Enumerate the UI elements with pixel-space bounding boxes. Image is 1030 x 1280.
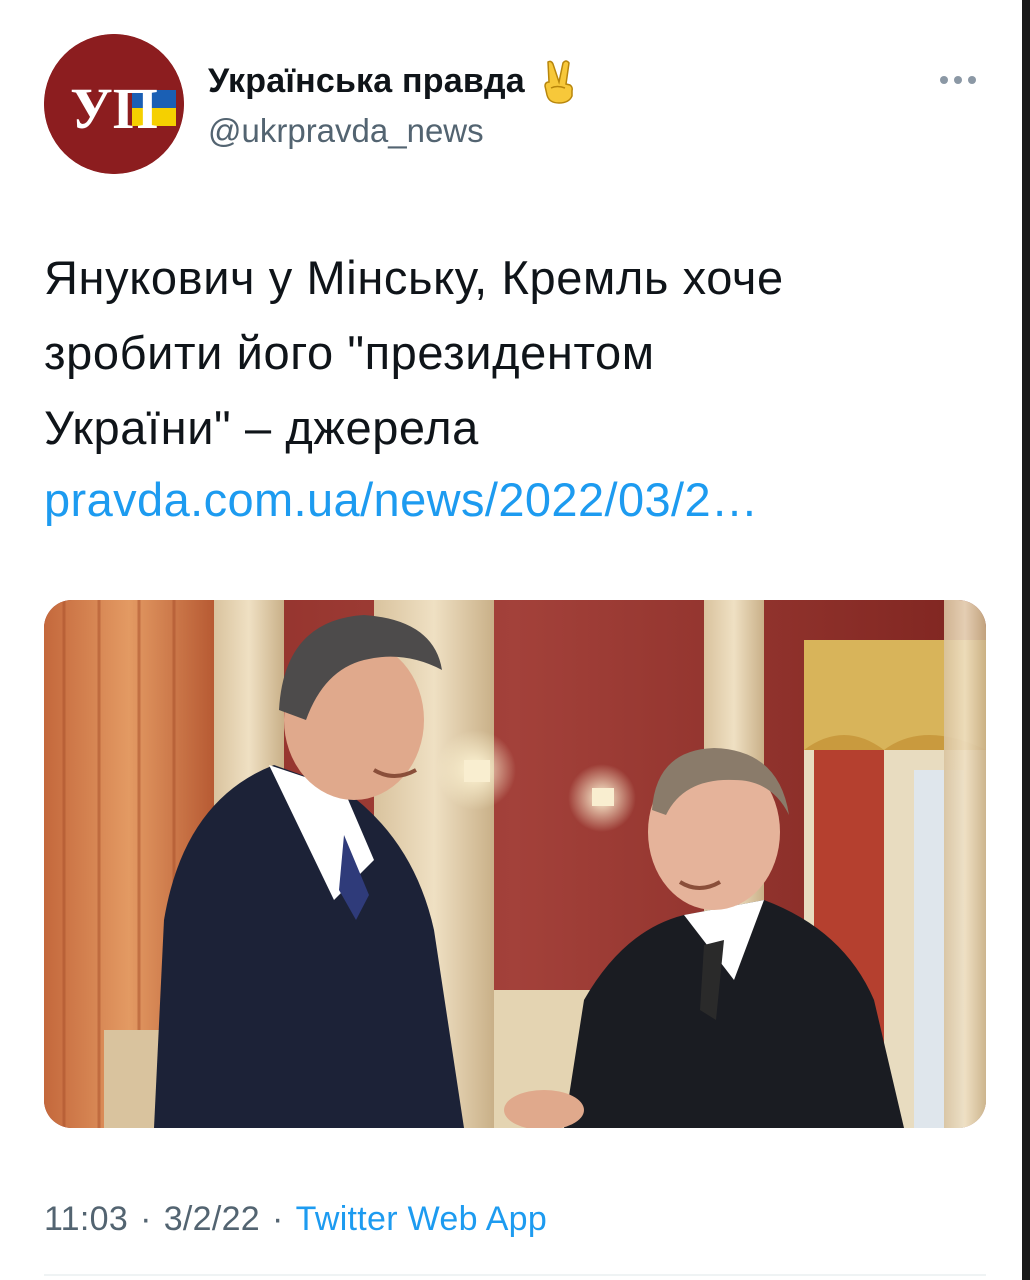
- tweet-text: Янукович у Мінську, Кремль хоче зробити …: [44, 240, 984, 465]
- tweet-text-line: України" – джерела: [44, 401, 479, 454]
- author-name-row[interactable]: Українська правда: [208, 58, 579, 104]
- display-name[interactable]: Українська правда: [208, 62, 525, 101]
- tweet-time[interactable]: 11:03: [44, 1200, 128, 1239]
- meta-separator: ·: [272, 1200, 284, 1238]
- avatar[interactable]: УП: [44, 34, 184, 174]
- divider: [44, 1274, 986, 1276]
- tweet-detail: УП Українська правда @ukrpravda_news Яну…: [0, 0, 1030, 1280]
- tweet-meta: 11:03 · 3/2/22 · Twitter Web App: [44, 1200, 547, 1239]
- tweet-text-line: Янукович у Мінську, Кремль хоче: [44, 251, 784, 304]
- tweet-link[interactable]: pravda.com.ua/news/2022/03/2…: [44, 472, 758, 527]
- scrollbar[interactable]: [1022, 0, 1030, 1280]
- tweet-date[interactable]: 3/2/22: [164, 1200, 260, 1239]
- photo-two-men-handshake: [44, 600, 986, 1128]
- more-horizontal-icon[interactable]: [934, 70, 982, 90]
- author-handle[interactable]: @ukrpravda_news: [208, 112, 484, 150]
- avatar-text: УП: [70, 76, 158, 141]
- avatar-logo: УП: [44, 34, 184, 174]
- meta-separator: ·: [140, 1200, 152, 1238]
- victory-hand-icon: [544, 60, 573, 104]
- tweet-media-photo[interactable]: [44, 600, 986, 1128]
- tweet-source-link[interactable]: Twitter Web App: [296, 1200, 547, 1239]
- tweet-text-line: зробити його "президентом: [44, 326, 655, 379]
